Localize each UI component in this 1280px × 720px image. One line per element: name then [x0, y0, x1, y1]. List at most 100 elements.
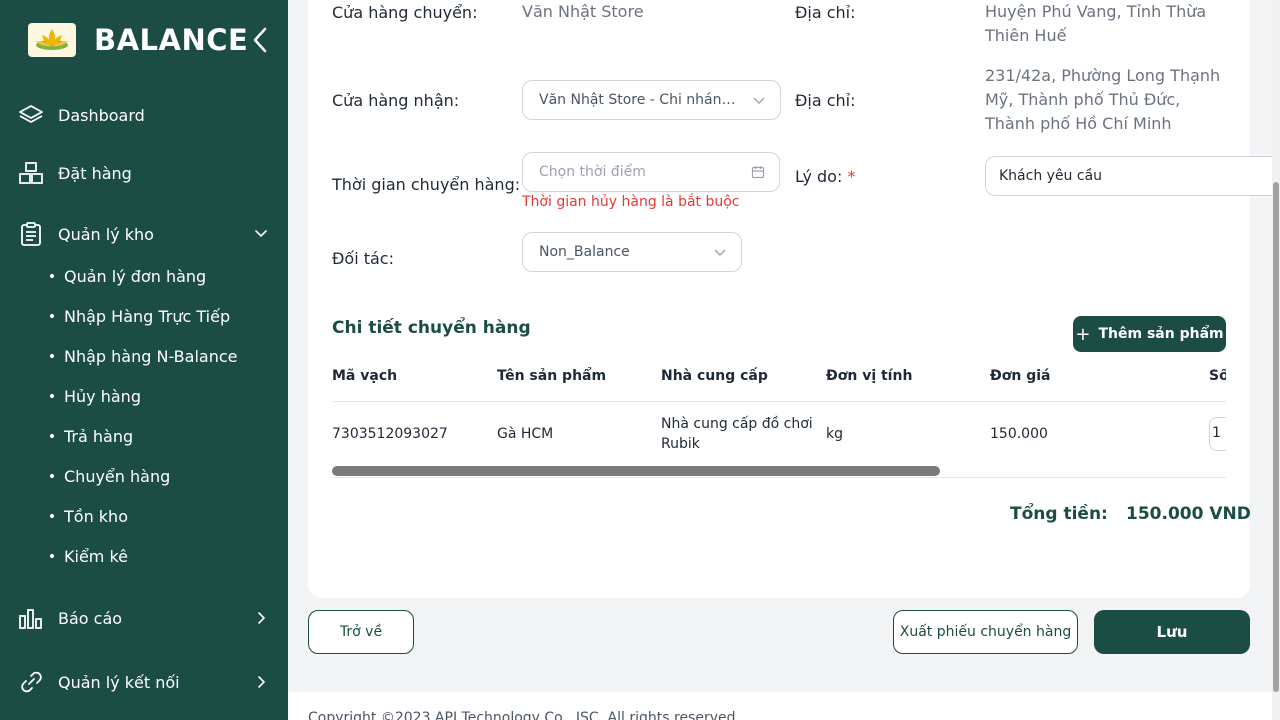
bullet-icon: [50, 354, 54, 358]
cell-barcode: 7303512093027: [332, 426, 448, 442]
bullet-icon: [50, 514, 54, 518]
sidebar-subitem-return[interactable]: Trả hàng: [50, 424, 133, 448]
sidebar-item-label: Quản lý kho: [58, 224, 154, 244]
lotus-logo-icon: [28, 23, 76, 57]
from-store-label: Cửa hàng chuyển:: [332, 3, 478, 22]
column-header-barcode[interactable]: Mã vạch: [332, 368, 397, 384]
footer: Copyright ©2023 API Technology Co., JSC.…: [288, 692, 1272, 720]
column-header-supplier[interactable]: Nhà cung cấp: [661, 368, 768, 384]
cell-price: 150.000: [990, 426, 1048, 442]
add-product-label: Thêm sản phẩm: [1098, 326, 1224, 342]
sidebar-subitem-cancel[interactable]: Hủy hàng: [50, 384, 141, 408]
sidebar-item-label: Dashboard: [58, 105, 145, 125]
column-header-price[interactable]: Đơn giá: [990, 368, 1050, 384]
add-product-button[interactable]: + Thêm sản phẩm: [1073, 316, 1226, 352]
reason-input[interactable]: Khách yêu cầu: [985, 156, 1272, 196]
sidebar-subitem-label: Quản lý đơn hàng: [64, 266, 207, 286]
column-header-quantity[interactable]: Số: [1209, 368, 1226, 384]
to-store-label: Cửa hàng nhận:: [332, 91, 460, 110]
sidebar-subitem-label: Kiểm kê: [64, 546, 128, 566]
products-table: Mã vạch Tên sản phẩm Nhà cung cấp Đơn vị…: [332, 360, 1226, 478]
bullet-icon: [50, 474, 54, 478]
sidebar-subitem-inventory[interactable]: Tồn kho: [50, 504, 128, 528]
sidebar-subitem-label: Nhập hàng N-Balance: [64, 346, 238, 366]
transfer-time-placeholder: Chọn thời điểm: [539, 164, 646, 180]
bullet-icon: [50, 434, 54, 438]
link-icon: [18, 669, 44, 695]
sidebar-subitem-label: Chuyển hàng: [64, 466, 171, 486]
copyright-text: Copyright ©2023 API Technology Co., JSC.…: [308, 710, 740, 720]
table-scroll-thumb[interactable]: [332, 466, 940, 476]
sidebar-subitem-orders[interactable]: Quản lý đơn hàng: [50, 264, 206, 288]
reason-value: Khách yêu cầu: [999, 168, 1103, 184]
sidebar-subitem-label: Hủy hàng: [64, 386, 141, 406]
total-label: Tổng tiền:: [1010, 504, 1108, 524]
plus-icon: +: [1075, 323, 1091, 345]
transfer-details-title: Chi tiết chuyển hàng: [332, 318, 531, 338]
sidebar-subitem-direct-import[interactable]: Nhập Hàng Trực Tiếp: [50, 304, 230, 328]
brand[interactable]: BALANCE: [28, 22, 248, 58]
column-header-product-name[interactable]: Tên sản phẩm: [497, 368, 606, 384]
page-scroll-thumb[interactable]: [1273, 182, 1279, 692]
sidebar-item-label: Báo cáo: [58, 608, 123, 628]
to-address-value: 231/42a, Phường Long Thạnh Mỹ, Thành phố…: [985, 66, 1221, 133]
quantity-input[interactable]: 1: [1209, 417, 1226, 451]
transfer-time-picker[interactable]: Chọn thời điểm: [522, 152, 780, 192]
column-header-unit[interactable]: Đơn vị tính: [826, 368, 912, 384]
table-horizontal-scrollbar[interactable]: [332, 466, 1226, 476]
sidebar-item-order[interactable]: Đặt hàng: [18, 157, 280, 189]
transfer-time-label: Thời gian chuyển hàng:: [332, 175, 521, 194]
required-marker: *: [847, 167, 856, 186]
bullet-icon: [50, 554, 54, 558]
to-address-label: Địa chỉ:: [795, 91, 856, 110]
collapse-sidebar-icon[interactable]: [250, 26, 270, 54]
sidebar-subitem-stocktake[interactable]: Kiểm kê: [50, 544, 128, 568]
sidebar-subitem-transfer[interactable]: Chuyển hàng: [50, 464, 170, 488]
transfer-time-error: Thời gian hủy hàng là bắt buộc: [522, 194, 740, 210]
clipboard-icon: [18, 221, 44, 247]
to-store-select[interactable]: Văn Nhật Store - Chi nhánh ...: [522, 80, 781, 120]
partner-selected-value: Non_Balance: [539, 244, 630, 260]
reason-label: Lý do: *: [795, 167, 855, 186]
brand-name: BALANCE: [94, 23, 249, 57]
page-scrollbar[interactable]: [1272, 0, 1280, 720]
from-address-value: Huyện Phú Vang, Tỉnh Thừa Thiên Huế: [985, 2, 1207, 45]
boxes-icon: [18, 160, 44, 186]
bullet-icon: [50, 394, 54, 398]
to-store-selected-value: Văn Nhật Store - Chi nhánh ...: [539, 92, 744, 108]
back-button[interactable]: Trở về: [308, 610, 414, 654]
partner-select[interactable]: Non_Balance: [522, 232, 742, 272]
from-store-value: Văn Nhật Store: [522, 2, 644, 21]
chevron-down-icon: [713, 245, 727, 259]
total-value: 150.000 VND: [1126, 504, 1251, 524]
sidebar-subitem-label: Tồn kho: [64, 506, 128, 526]
table-bottom-divider: [332, 477, 1226, 478]
sidebar-item-warehouse[interactable]: Quản lý kho: [18, 218, 280, 250]
sidebar-subitem-label: Nhập Hàng Trực Tiếp: [64, 306, 231, 326]
reason-label-text: Lý do:: [795, 167, 843, 186]
sidebar-item-label: Đặt hàng: [58, 163, 132, 183]
chevron-down-icon: [752, 93, 766, 107]
sidebar-item-label: Quản lý kết nối: [58, 672, 180, 692]
cell-product-name: Gà HCM: [497, 426, 554, 442]
table-header-divider: [332, 401, 1226, 402]
save-button[interactable]: Lưu: [1094, 610, 1250, 654]
sidebar-item-connections[interactable]: Quản lý kết nối: [18, 666, 280, 698]
sidebar: BALANCE Dashboard Đặt hàng Quản lý kho Q…: [0, 0, 288, 720]
partner-label: Đối tác:: [332, 249, 394, 268]
cell-unit: kg: [826, 426, 843, 442]
from-address-label: Địa chỉ:: [795, 3, 856, 22]
bullet-icon: [50, 314, 54, 318]
cell-supplier: Nhà cung cấp đồ chơi Rubik: [661, 416, 813, 452]
calendar-icon: [751, 165, 765, 179]
layers-icon: [18, 102, 44, 128]
sidebar-item-reports[interactable]: Báo cáo: [18, 602, 280, 634]
chevron-right-icon: [254, 674, 268, 688]
chevron-down-icon: [254, 226, 268, 240]
sidebar-subitem-nbalance-import[interactable]: Nhập hàng N-Balance: [50, 344, 237, 368]
sidebar-item-dashboard[interactable]: Dashboard: [18, 99, 280, 131]
sidebar-subitem-label: Trả hàng: [64, 426, 134, 446]
chevron-right-icon: [254, 610, 268, 624]
export-transfer-slip-button[interactable]: Xuất phiếu chuyển hàng: [893, 610, 1078, 654]
bullet-icon: [50, 274, 54, 278]
